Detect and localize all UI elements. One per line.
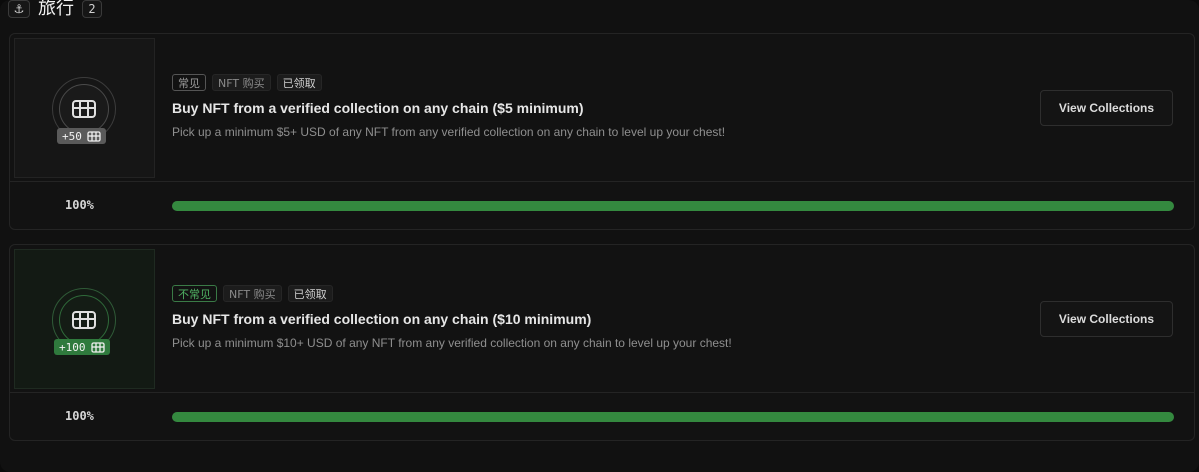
chest-icon — [59, 295, 109, 345]
quest-card-body: +100 不常见 NFT 购买 已领取 Buy NFT from a verif… — [10, 245, 1194, 393]
reward-badge: +100 — [54, 339, 110, 355]
quest-title: Buy NFT from a verified collection on an… — [172, 311, 592, 327]
status-tag: 已领取 — [287, 285, 333, 302]
quest-card-body: +50 常见 NFT 购买 已领取 Buy NFT from a verifie… — [10, 34, 1194, 182]
quest-tags: 常见 NFT 购买 已领取 — [172, 74, 322, 91]
quest-card: +100 不常见 NFT 购买 已领取 Buy NFT from a verif… — [9, 244, 1195, 441]
quest-description: Pick up a minimum $5+ USD of any NFT fro… — [172, 125, 726, 139]
reward-badge: +50 — [57, 128, 106, 144]
progress-row: 100% — [10, 182, 1194, 230]
progress-bar-fill — [172, 412, 1174, 422]
progress-row: 100% — [10, 393, 1194, 441]
quest-count-badge: 2 — [82, 0, 102, 18]
progress-bar — [172, 412, 1174, 422]
section-header: ⚓ 旅行 2 — [8, 0, 102, 18]
anchor-icon: ⚓ — [8, 0, 30, 18]
small-chest-icon — [90, 341, 105, 353]
quest-card: +50 常见 NFT 购买 已领取 Buy NFT from a verifie… — [9, 33, 1195, 230]
view-collections-button[interactable]: View Collections — [1040, 301, 1173, 337]
reward-amount: +50 — [62, 129, 82, 143]
quest-description: Pick up a minimum $10+ USD of any NFT fr… — [172, 336, 732, 350]
small-chest-icon — [87, 130, 101, 142]
type-tag: NFT 购买 — [223, 285, 282, 302]
section-title: 旅行 — [38, 0, 74, 19]
type-tag: NFT 购买 — [212, 74, 271, 91]
reward-amount: +100 — [59, 340, 86, 354]
quest-page: ⚓ 旅行 2 +50 常见 NFT 购买 已领取 Buy NFT from a … — [0, 0, 1199, 472]
progress-bar — [172, 201, 1174, 211]
status-tag: 已领取 — [276, 74, 322, 91]
progress-percent: 100% — [65, 198, 94, 212]
chest-panel: +50 — [14, 38, 155, 178]
rarity-tag: 常见 — [172, 74, 206, 91]
progress-bar-fill — [172, 201, 1174, 211]
progress-percent: 100% — [65, 409, 94, 423]
rarity-tag: 不常见 — [172, 285, 217, 302]
quest-title: Buy NFT from a verified collection on an… — [172, 100, 584, 116]
quest-tags: 不常见 NFT 购买 已领取 — [172, 285, 333, 302]
chest-panel: +100 — [14, 249, 155, 389]
chest-icon — [59, 84, 109, 134]
view-collections-button[interactable]: View Collections — [1040, 90, 1173, 126]
